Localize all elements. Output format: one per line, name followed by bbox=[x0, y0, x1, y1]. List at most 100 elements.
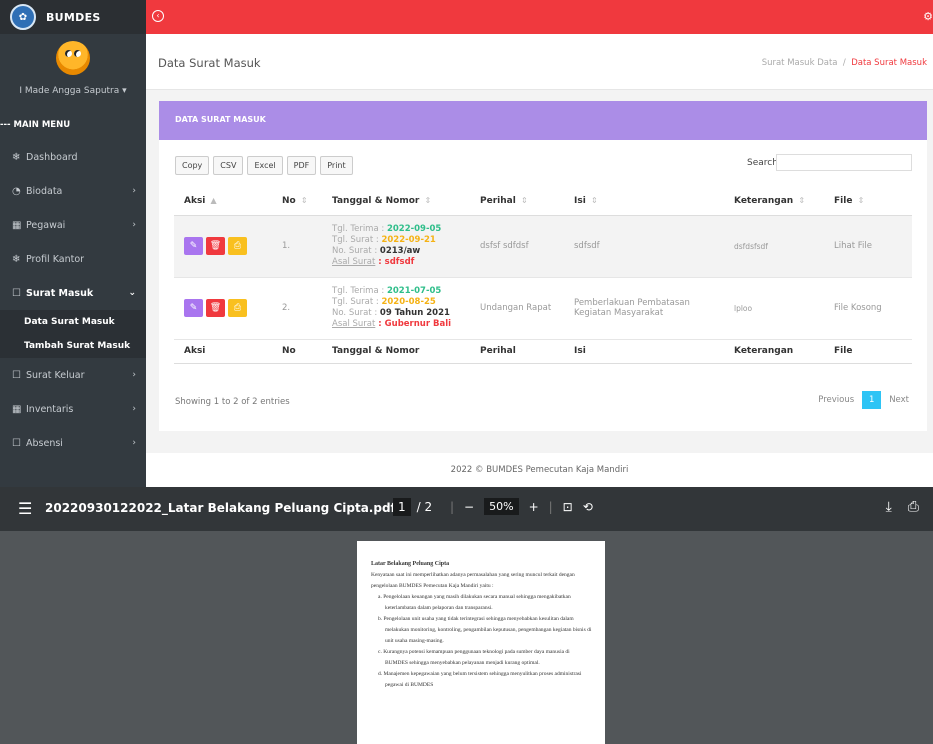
breadcrumb-parent[interactable]: Surat Masuk Data bbox=[762, 58, 838, 68]
avatar[interactable] bbox=[56, 41, 90, 75]
data-card: DATA SURAT MASUK Copy CSV Excel PDF Prin… bbox=[159, 101, 927, 431]
excel-button[interactable]: Excel bbox=[247, 156, 283, 175]
pdf-actions: ⤓ ⎙ bbox=[886, 499, 919, 515]
asal-surat-label: Asal Surat bbox=[332, 257, 376, 267]
gear-icon[interactable]: ⚙ bbox=[923, 10, 933, 23]
col-label: Keterangan bbox=[734, 195, 794, 206]
file-kosong-link[interactable]: File Kosong bbox=[824, 277, 912, 340]
asal-surat-label: Asal Surat bbox=[332, 319, 376, 329]
caret-down-icon: ▾ bbox=[122, 86, 127, 96]
fit-page-icon[interactable]: ⊡ bbox=[563, 500, 573, 514]
sort-icon: ⇕ bbox=[520, 195, 528, 205]
sidebar-item-label: Surat Masuk bbox=[26, 287, 94, 299]
search-input[interactable] bbox=[776, 154, 912, 171]
card-title: DATA SURAT MASUK bbox=[159, 101, 927, 140]
tgl-terima: 2021-07-05 bbox=[386, 286, 442, 296]
menu-header: --- MAIN MENU bbox=[0, 120, 71, 130]
doc-title: Latar Belakang Peluang Cipta bbox=[371, 561, 450, 567]
pdf-button[interactable]: PDF bbox=[286, 156, 317, 175]
user-name: I Made Angga Saputra bbox=[19, 86, 120, 96]
sort-asc-icon: ▲ bbox=[210, 195, 217, 205]
previous-button[interactable]: Previous bbox=[818, 395, 854, 405]
sidebar-item-dashboard[interactable]: ❄ Dashboard bbox=[0, 140, 146, 174]
zoom-controls: | − 50% + | ⊡ ⟲ bbox=[450, 498, 593, 515]
pdf-toolbar: ☰ 20220930122022_Latar Belakang Peluang … bbox=[0, 487, 933, 531]
tgl-terima-label: Tgl. Terima : bbox=[332, 286, 387, 296]
sidebar-item-surat-keluar[interactable]: ☐ Surat Keluar › bbox=[0, 358, 146, 392]
chevron-right-icon: › bbox=[132, 438, 136, 448]
user-menu[interactable]: I Made Angga Saputra ▾ bbox=[0, 82, 146, 118]
table-icon: ▦ bbox=[12, 403, 22, 415]
menu-icon[interactable]: ☰ bbox=[18, 499, 32, 518]
next-button[interactable]: Next bbox=[889, 395, 909, 405]
list-text: Pengelolaan keuangan yang masih dilakuka… bbox=[383, 594, 571, 611]
print-row-button[interactable]: ⎙ bbox=[228, 237, 247, 255]
sidebar-item-profil-kantor[interactable]: ❄ Profil Kantor bbox=[0, 242, 146, 276]
submenu-tambah-surat-masuk[interactable]: Tambah Surat Masuk bbox=[0, 334, 146, 358]
col-tanggal[interactable]: Tanggal & Nomor ⇕ bbox=[322, 187, 470, 216]
chevron-right-icon: › bbox=[132, 186, 136, 196]
row-isi: sdfsdf bbox=[564, 215, 724, 278]
foot-no: No bbox=[272, 338, 322, 364]
col-label: Perihal bbox=[480, 195, 516, 206]
zoom-input[interactable]: 50% bbox=[484, 498, 519, 515]
pdf-filename: 20220930122022_Latar Belakang Peluang Ci… bbox=[45, 501, 396, 515]
logo-icon: ✿ bbox=[10, 4, 36, 30]
row-no: 1. bbox=[272, 215, 322, 278]
copy-button[interactable]: Copy bbox=[175, 156, 210, 175]
footer: 2022 © BUMDES Pemecutan Kaja Mandiri bbox=[146, 453, 933, 487]
page-indicator: 1 / 2 bbox=[393, 498, 432, 516]
col-no[interactable]: No ⇕ bbox=[272, 187, 322, 216]
csv-button[interactable]: CSV bbox=[213, 156, 244, 175]
delete-button[interactable]: 🗑 bbox=[206, 299, 225, 317]
col-perihal[interactable]: Perihal ⇕ bbox=[470, 187, 564, 216]
doc-intro: Kenyataan saat ini memperlihatkan adanya… bbox=[371, 572, 575, 589]
table-row: ✎ 🗑 ⎙ 1. Tgl. Terima : 2022-09-05 Tgl. Sur… bbox=[174, 215, 912, 278]
col-isi[interactable]: Isi ⇕ bbox=[564, 187, 724, 216]
row-tanggal-nomor: Tgl. Terima : 2022-09-05 Tgl. Surat : 20… bbox=[322, 215, 470, 278]
submenu-data-surat-masuk[interactable]: Data Surat Masuk bbox=[0, 310, 146, 334]
sidebar-item-absensi[interactable]: ☐ Absensi › bbox=[0, 426, 146, 460]
sidebar-item-biodata[interactable]: ◔ Biodata › bbox=[0, 174, 146, 208]
col-label: No bbox=[282, 195, 296, 206]
zoom-in-button[interactable]: + bbox=[529, 500, 539, 514]
separator: | bbox=[548, 499, 553, 514]
delete-button[interactable]: 🗑 bbox=[206, 237, 225, 255]
page-number-input[interactable]: 1 bbox=[393, 498, 411, 516]
sort-icon: ⇕ bbox=[300, 195, 308, 205]
sort-icon: ⇕ bbox=[590, 195, 598, 205]
zoom-out-button[interactable]: − bbox=[464, 500, 474, 514]
edit-button[interactable]: ✎ bbox=[184, 299, 203, 317]
sidebar-item-inventaris[interactable]: ▦ Inventaris › bbox=[0, 392, 146, 426]
download-icon[interactable]: ⤓ bbox=[886, 499, 892, 515]
rotate-icon[interactable]: ⟲ bbox=[583, 500, 593, 514]
print-row-button[interactable]: ⎙ bbox=[228, 299, 247, 317]
col-label: Aksi bbox=[184, 195, 206, 206]
list-text: Manajemen kepegawaian yang belum tersist… bbox=[383, 671, 582, 688]
col-file[interactable]: File ⇕ bbox=[824, 187, 912, 216]
entries-info: Showing 1 to 2 of 2 entries bbox=[175, 397, 290, 407]
breadcrumb: Surat Masuk Data / Data Surat Masuk bbox=[762, 58, 927, 68]
pdf-viewer: ☰ 20220930122022_Latar Belakang Peluang … bbox=[0, 487, 933, 744]
sidebar-item-label: Pegawai bbox=[26, 219, 66, 231]
row-perihal: Undangan Rapat bbox=[470, 277, 564, 340]
collapse-sidebar-icon[interactable]: ‹ bbox=[152, 10, 164, 22]
chevron-right-icon: › bbox=[132, 370, 136, 380]
sidebar-item-pegawai[interactable]: ▦ Pegawai › bbox=[0, 208, 146, 242]
inbox-icon: ☐ bbox=[12, 437, 21, 449]
sidebar-item-surat-masuk[interactable]: ☐ Surat Masuk ⌄ bbox=[0, 276, 146, 310]
foot-tanggal: Tanggal & Nomor bbox=[322, 338, 470, 364]
foot-keterangan: Keterangan bbox=[724, 338, 824, 364]
print-icon[interactable]: ⎙ bbox=[908, 499, 919, 515]
foot-isi: Isi bbox=[564, 338, 724, 364]
edit-button[interactable]: ✎ bbox=[184, 237, 203, 255]
lihat-file-link[interactable]: Lihat File bbox=[824, 215, 912, 278]
tgl-surat: 2020-08-25 bbox=[381, 297, 436, 307]
print-button[interactable]: Print bbox=[320, 156, 353, 175]
col-aksi[interactable]: Aksi ▲ bbox=[174, 187, 272, 216]
brand[interactable]: ✿ BUMDES bbox=[0, 0, 146, 34]
col-keterangan[interactable]: Keterangan ⇕ bbox=[724, 187, 824, 216]
page-1-button[interactable]: 1 bbox=[862, 391, 882, 409]
col-label: Isi bbox=[574, 195, 586, 206]
asal-surat: : sdfsdf bbox=[375, 257, 415, 267]
